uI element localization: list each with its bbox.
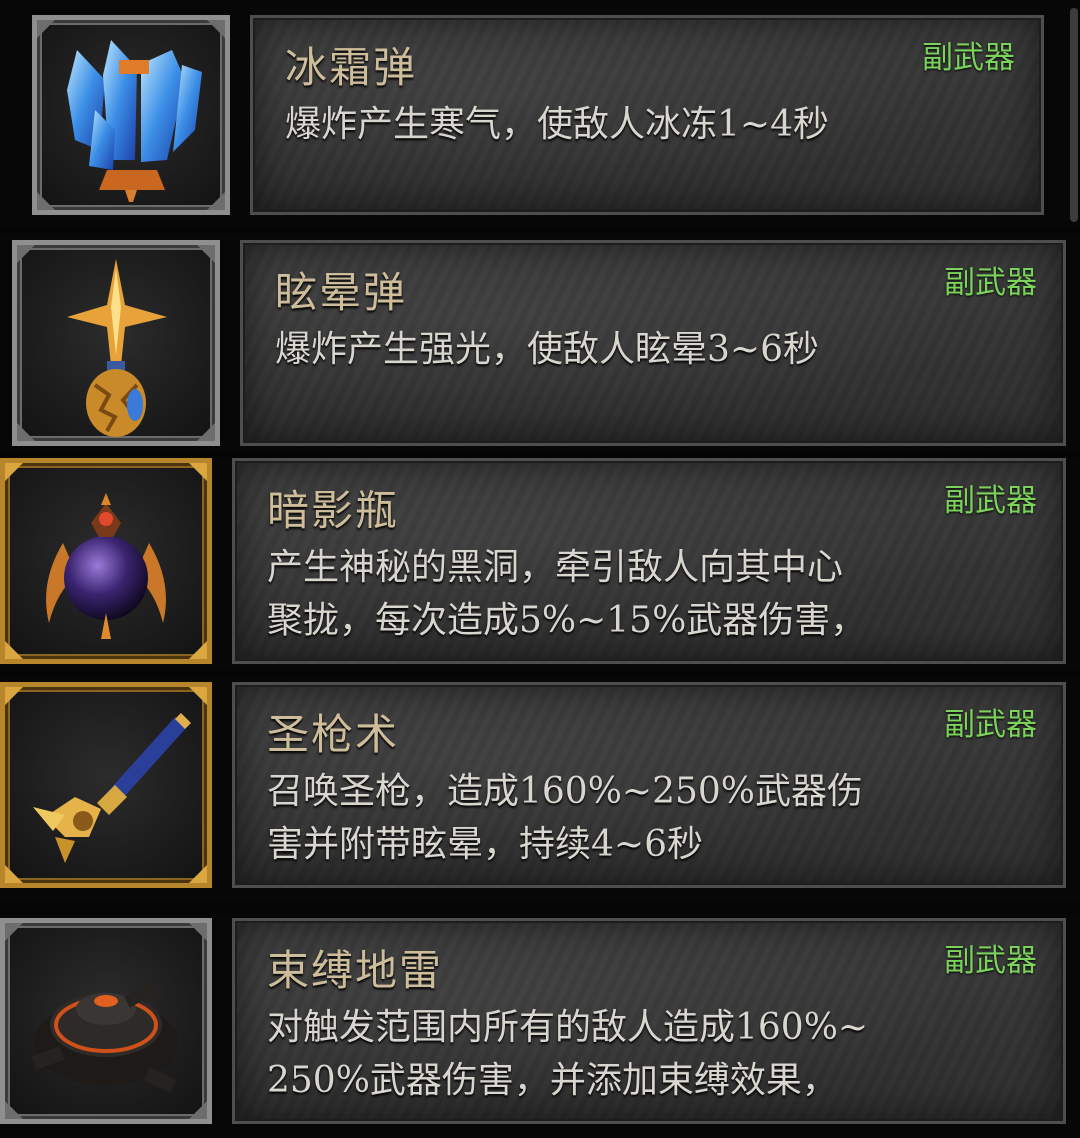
icon-frame[interactable] — [0, 682, 212, 888]
skill-category-tag: 副武器 — [944, 707, 1037, 743]
skill-description: 爆炸产生强光，使敌人眩晕3~6秒 — [275, 323, 1043, 376]
description-line: 聚拢，每次造成5%~15%武器伤害， — [267, 600, 867, 641]
frame-corner — [189, 641, 207, 659]
icon-frame[interactable] — [32, 15, 230, 215]
bind-mine-icon — [31, 982, 178, 1093]
frame-corner — [189, 463, 207, 481]
ice-crystal-icon — [67, 40, 202, 202]
skill-row-frost-bomb[interactable]: 冰霜弹 副武器 爆炸产生寒气，使敌人冰冻1~4秒 — [0, 0, 1080, 228]
skill-name: 束缚地雷 — [267, 946, 444, 995]
frame-corner — [37, 20, 55, 38]
icon-frame[interactable] — [12, 240, 220, 446]
skill-row-bind-mine[interactable]: 束缚地雷 副武器 对触发范围内所有的敌人造成160%~ 250%武器伤害，并添加… — [0, 914, 1080, 1138]
star-vial-icon — [67, 259, 167, 437]
frame-corner — [5, 641, 23, 659]
skill-description: 爆炸产生寒气，使敌人冰冻1~4秒 — [285, 98, 1021, 151]
description-line: 召唤圣枪，造成160%~250%武器伤 — [267, 771, 864, 812]
frame-corner — [17, 245, 35, 263]
frame-corner — [17, 423, 35, 441]
frame-corner — [207, 20, 225, 38]
icon-frame[interactable] — [0, 918, 212, 1124]
frame-corner — [189, 687, 207, 705]
frame-corner — [5, 1101, 23, 1119]
row-divider — [0, 670, 1080, 676]
skill-card[interactable]: 圣枪术 副武器 召唤圣枪，造成160%~250%武器伤 害并附带眩晕，持续4~6… — [232, 682, 1066, 888]
skill-description: 对触发范围内所有的敌人造成160%~ 250%武器伤害，并添加束缚效果， — [267, 1001, 1043, 1107]
skill-name: 眩晕弹 — [275, 268, 408, 317]
frame-corner — [189, 923, 207, 941]
frame-corner — [37, 192, 55, 210]
skill-row-shadow-vial[interactable]: 暗影瓶 副武器 产生神秘的黑洞，牵引敌人向其中心 聚拢，每次造成5%~15%武器… — [0, 458, 1080, 670]
frame-corner — [5, 923, 23, 941]
row-divider — [0, 902, 1080, 914]
skill-category-tag: 副武器 — [922, 40, 1015, 76]
skill-name: 冰霜弹 — [285, 43, 418, 92]
skill-description: 产生神秘的黑洞，牵引敌人向其中心 聚拢，每次造成5%~15%武器伤害， — [267, 541, 1043, 647]
skill-category-tag: 副武器 — [944, 265, 1037, 301]
description-line: 250%武器伤害，并添加束缚效果， — [267, 1060, 838, 1101]
frame-corner — [197, 423, 215, 441]
scrollbar[interactable] — [1070, 8, 1078, 222]
skill-name: 暗影瓶 — [267, 486, 400, 535]
holy-spear-icon — [33, 713, 191, 863]
frame-corner — [207, 192, 225, 210]
skill-category-tag: 副武器 — [944, 483, 1037, 519]
skill-category-tag: 副武器 — [944, 943, 1037, 979]
skill-name: 圣枪术 — [267, 710, 400, 759]
skill-card[interactable]: 暗影瓶 副武器 产生神秘的黑洞，牵引敌人向其中心 聚拢，每次造成5%~15%武器… — [232, 458, 1066, 664]
frame-corner — [5, 687, 23, 705]
frame-corner — [189, 1101, 207, 1119]
skill-row-holy-spear[interactable]: 圣枪术 副武器 召唤圣枪，造成160%~250%武器伤 害并附带眩晕，持续4~6… — [0, 680, 1080, 894]
description-line: 对触发范围内所有的敌人造成160%~ — [267, 1007, 869, 1048]
frame-corner — [189, 865, 207, 883]
description-line: 爆炸产生强光，使敌人眩晕3~6秒 — [275, 329, 819, 370]
frame-corner — [197, 245, 215, 263]
skill-card[interactable]: 冰霜弹 副武器 爆炸产生寒气，使敌人冰冻1~4秒 — [250, 15, 1044, 215]
skill-description: 召唤圣枪，造成160%~250%武器伤 害并附带眩晕，持续4~6秒 — [267, 765, 1043, 871]
shadow-orb-icon — [46, 493, 166, 639]
skill-row-stun-bomb[interactable]: 眩晕弹 副武器 爆炸产生强光，使敌人眩晕3~6秒 — [0, 234, 1080, 456]
description-line: 产生神秘的黑洞，牵引敌人向其中心 — [267, 547, 844, 588]
icon-frame[interactable] — [0, 458, 212, 664]
description-line: 爆炸产生寒气，使敌人冰冻1~4秒 — [285, 104, 829, 145]
description-line: 害并附带眩晕，持续4~6秒 — [267, 824, 703, 865]
frame-corner — [5, 865, 23, 883]
skill-card[interactable]: 眩晕弹 副武器 爆炸产生强光，使敌人眩晕3~6秒 — [240, 240, 1066, 446]
frame-corner — [5, 463, 23, 481]
skill-card[interactable]: 束缚地雷 副武器 对触发范围内所有的敌人造成160%~ 250%武器伤害，并添加… — [232, 918, 1066, 1124]
